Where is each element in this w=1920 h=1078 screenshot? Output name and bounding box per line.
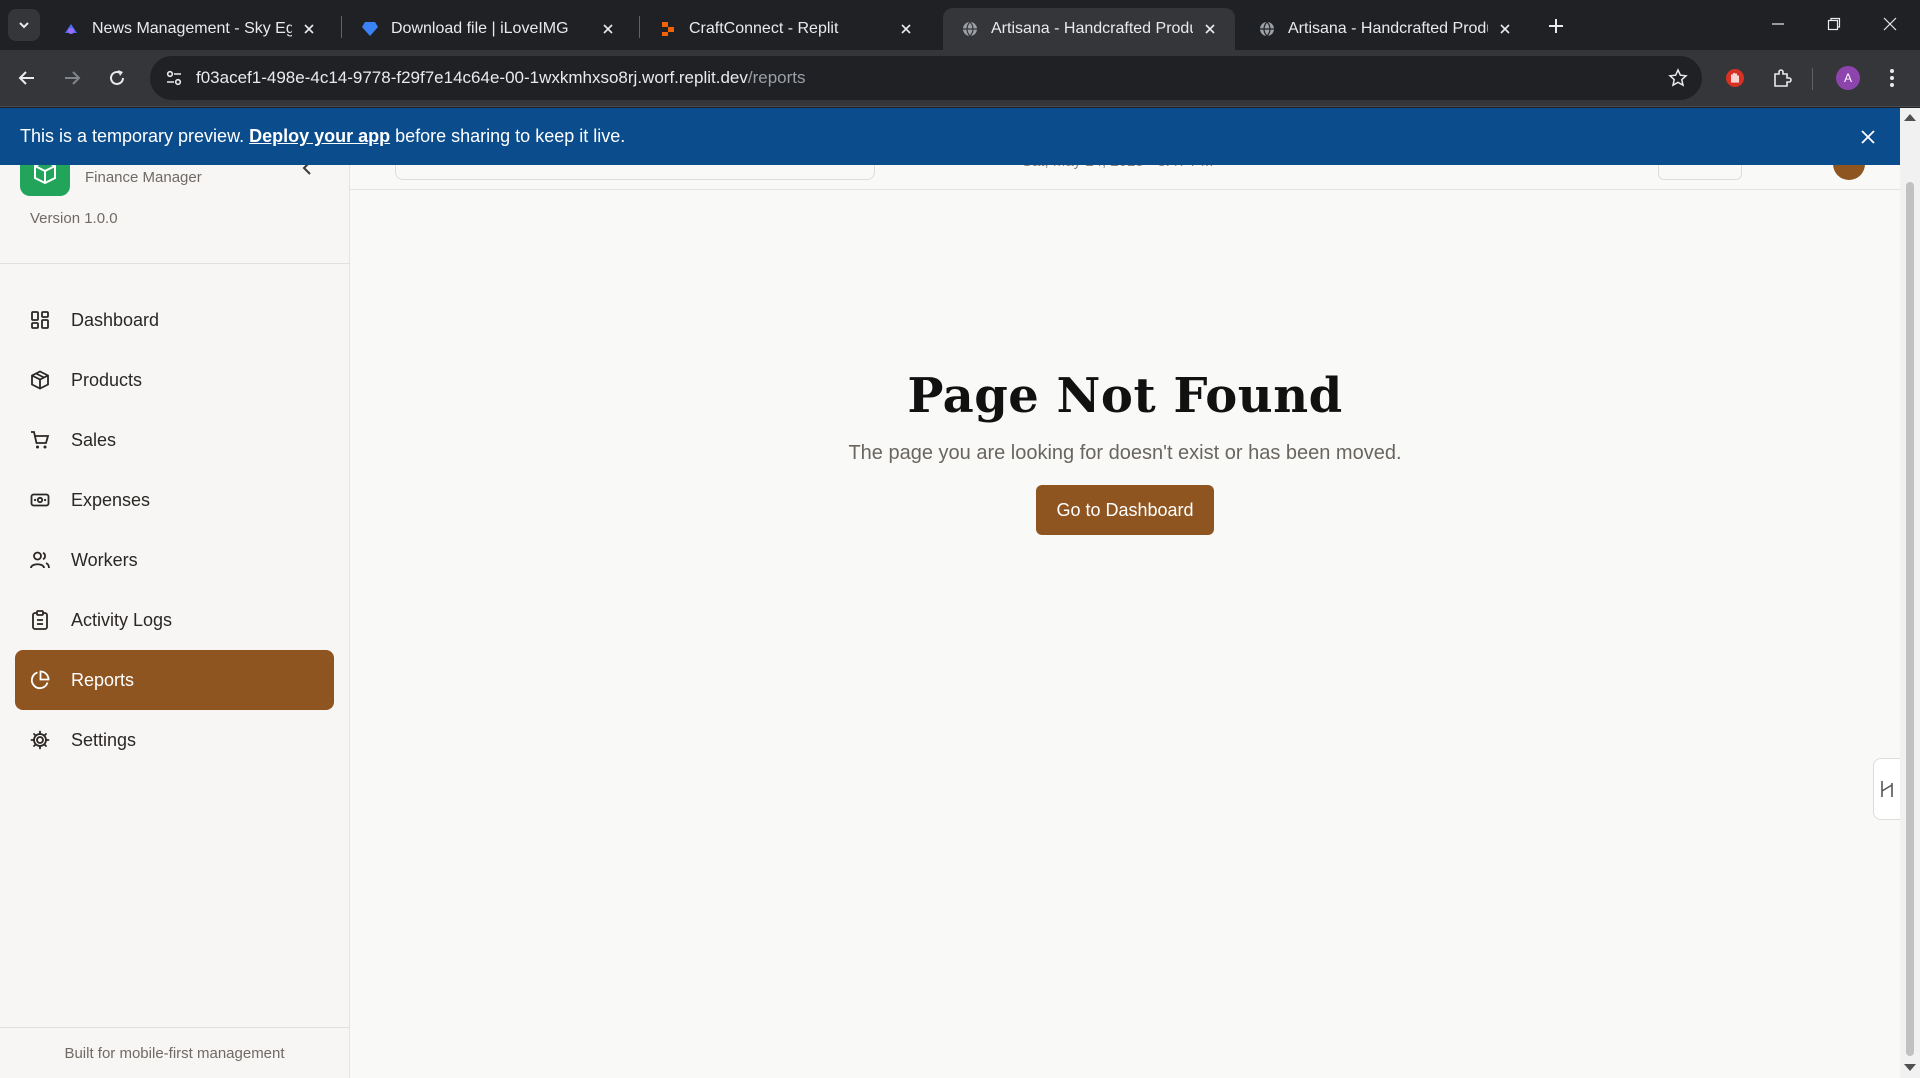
close-icon[interactable] — [298, 18, 320, 40]
sidebar-item-label: Activity Logs — [71, 609, 173, 630]
close-icon[interactable] — [597, 18, 619, 40]
profile-avatar[interactable]: A — [1836, 66, 1860, 90]
close-banner-button[interactable] — [1856, 125, 1880, 149]
browser-tab-1[interactable]: News Management - Sky Egypt — [44, 8, 334, 50]
pie-chart-icon — [29, 669, 51, 691]
brand-subtitle: Finance Manager — [85, 169, 202, 186]
page-viewport: Finance Manager Version 1.0.0 Dashboard … — [0, 108, 1920, 1078]
browser-tab-strip: News Management - Sky Egypt Download fil… — [0, 0, 1920, 50]
scrollbar-thumb[interactable] — [1906, 182, 1914, 1056]
shopping-cart-icon — [29, 429, 51, 451]
banner-text: This is a temporary preview. — [20, 126, 245, 146]
sidebar-item-sales[interactable]: Sales — [15, 410, 334, 470]
tab-search-button[interactable] — [8, 9, 40, 41]
gear-icon — [29, 729, 51, 751]
banknote-icon — [29, 489, 51, 511]
side-panel-handle[interactable] — [1873, 758, 1900, 820]
restore-button[interactable] — [1806, 0, 1862, 48]
sidebar-item-activity-logs[interactable]: Activity Logs — [15, 590, 334, 650]
sidebar-item-label: Settings — [71, 729, 137, 750]
minimize-icon — [1772, 23, 1784, 25]
dashboard-grid-icon — [29, 309, 51, 331]
sidebar-item-dashboard[interactable]: Dashboard — [15, 290, 334, 350]
sidebar-item-label: Products — [71, 369, 143, 390]
preview-banner: This is a temporary preview. Deploy your… — [0, 108, 1900, 165]
back-button[interactable] — [11, 62, 43, 94]
close-icon[interactable] — [895, 18, 917, 40]
close-icon — [1861, 130, 1875, 144]
tab-title: News Management - Sky Egypt — [92, 20, 292, 37]
replit-icon — [659, 20, 677, 38]
deploy-app-link[interactable]: Deploy your app — [249, 126, 390, 147]
site-settings-icon[interactable] — [160, 64, 188, 92]
forward-button[interactable] — [56, 62, 88, 94]
url-host: f03acef1-498e-4c14-9778-f29f7e14c64e-00-… — [196, 68, 748, 87]
browser-tab-4-active[interactable]: Artisana - Handcrafted Products — [943, 8, 1235, 50]
sidebar-nav: Dashboard Products Sales Expenses Worker… — [15, 290, 334, 770]
close-window-button[interactable] — [1862, 0, 1918, 48]
browser-tab-3[interactable]: CraftConnect - Replit — [641, 8, 931, 50]
scroll-down-arrow[interactable] — [1904, 1064, 1916, 1071]
go-to-dashboard-button[interactable]: Go to Dashboard — [1036, 485, 1214, 535]
users-icon — [29, 549, 51, 571]
clipboard-icon — [29, 609, 51, 631]
sidebar-footer-text: Built for mobile-first management — [64, 1045, 285, 1062]
globe-icon — [1258, 20, 1276, 38]
sidebar-item-workers[interactable]: Workers — [15, 530, 334, 590]
not-found-message: The page you are looking for doesn't exi… — [848, 442, 1402, 464]
bookmark-star-icon[interactable] — [1666, 66, 1690, 90]
sidebar-item-label: Sales — [71, 429, 117, 450]
package-icon — [29, 369, 51, 391]
iloveimg-heart-icon — [361, 20, 379, 38]
tab-title: Artisana - Handcrafted Products — [991, 20, 1193, 37]
sidebar-item-label: Reports — [71, 669, 135, 690]
close-icon — [1883, 17, 1897, 31]
tab-title: Artisana - Handcrafted Products — [1288, 20, 1488, 37]
reload-button[interactable] — [101, 62, 133, 94]
sky-egypt-icon — [62, 20, 80, 38]
banner-text-after: before sharing to keep it live. — [395, 126, 626, 146]
browser-tab-5[interactable]: Artisana - Handcrafted Products — [1240, 8, 1530, 50]
url-path: /reports — [747, 68, 806, 87]
page-scrollbar[interactable] — [1900, 108, 1920, 1078]
arrow-right-icon — [65, 71, 81, 85]
sidebar-item-label: Expenses — [71, 489, 151, 510]
app-version: Version 1.0.0 — [30, 210, 118, 227]
scroll-up-arrow[interactable] — [1904, 114, 1916, 121]
divider — [0, 1027, 349, 1028]
plus-icon — [1549, 19, 1563, 33]
sidebar: Finance Manager Version 1.0.0 Dashboard … — [0, 108, 350, 1078]
browser-tab-2[interactable]: Download file | iLoveIMG — [343, 8, 633, 50]
close-icon[interactable] — [1199, 18, 1221, 40]
restore-icon — [1827, 17, 1841, 31]
reload-icon — [110, 70, 124, 85]
sidebar-item-products[interactable]: Products — [15, 350, 334, 410]
sidebar-item-expenses[interactable]: Expenses — [15, 470, 334, 530]
new-tab-button[interactable] — [1542, 12, 1570, 40]
address-bar[interactable]: f03acef1-498e-4c14-9778-f29f7e14c64e-00-… — [150, 56, 1702, 100]
close-icon[interactable] — [1494, 18, 1516, 40]
minimize-button[interactable] — [1750, 0, 1806, 48]
url-text: f03acef1-498e-4c14-9778-f29f7e14c64e-00-… — [196, 68, 806, 88]
sidebar-item-label: Workers — [71, 549, 138, 570]
handle-icon — [1881, 781, 1893, 797]
page-title: Page Not Found — [907, 368, 1343, 424]
extensions-puzzle-icon[interactable] — [1768, 64, 1796, 92]
globe-icon — [961, 20, 979, 38]
chevron-down-icon — [19, 22, 29, 29]
browser-toolbar: f03acef1-498e-4c14-9778-f29f7e14c64e-00-… — [0, 50, 1920, 107]
tab-title: CraftConnect - Replit — [689, 20, 839, 37]
sidebar-item-reports[interactable]: Reports — [15, 650, 334, 710]
arrow-left-icon — [18, 71, 34, 85]
tab-title: Download file | iLoveIMG — [391, 20, 569, 37]
sidebar-item-label: Dashboard — [71, 309, 160, 330]
not-found-section: Page Not Found The page you are looking … — [350, 368, 1900, 535]
sidebar-item-settings[interactable]: Settings — [15, 710, 334, 770]
more-menu-icon[interactable] — [1878, 64, 1906, 92]
extension-hand-icon[interactable] — [1721, 64, 1749, 92]
divider — [0, 263, 349, 264]
